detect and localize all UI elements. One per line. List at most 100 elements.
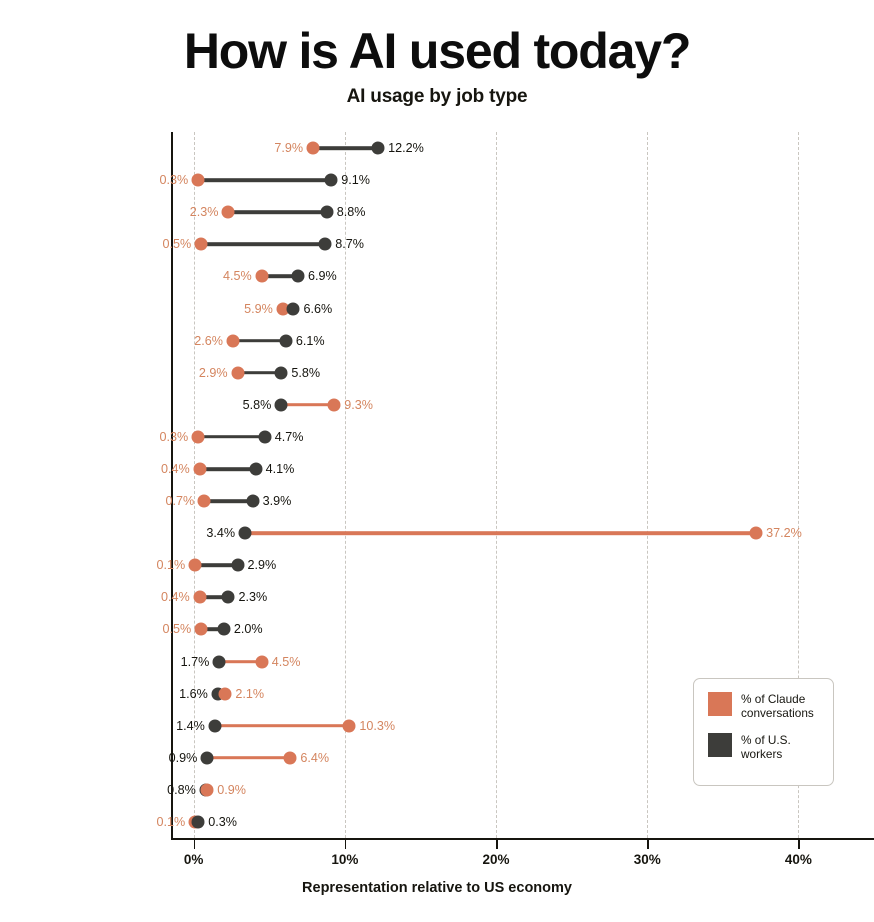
value-label-claude: 0.7%: [165, 494, 195, 509]
value-label-claude: 2.1%: [235, 686, 265, 701]
dot-workers: [200, 751, 214, 765]
value-label-workers: 6.9%: [307, 269, 337, 284]
dot-claude: [194, 622, 208, 636]
value-label-workers: 4.1%: [265, 461, 295, 476]
dot-workers: [238, 526, 252, 540]
value-label-claude: 6.4%: [300, 750, 330, 765]
value-label-claude: 0.9%: [217, 782, 246, 797]
dot-workers: [274, 366, 288, 380]
value-label-workers: 5.8%: [291, 365, 321, 380]
value-label-claude: 0.1%: [156, 814, 186, 829]
dot-workers: [191, 815, 205, 829]
legend-swatch-workers-icon: [708, 733, 732, 757]
dot-workers: [212, 655, 226, 668]
value-label-workers: 6.6%: [303, 301, 333, 316]
connector-line: [245, 531, 757, 535]
x-axis-spine: [171, 838, 874, 840]
dot-claude: [342, 719, 356, 733]
page-subtitle: AI usage by job type: [346, 86, 528, 107]
value-label-claude: 9.3%: [344, 397, 373, 412]
dot-claude: [188, 558, 202, 572]
dot-claude: [327, 398, 341, 412]
connector-line: [281, 402, 335, 407]
x-tick-label: 20%: [482, 852, 510, 867]
dot-workers: [258, 430, 272, 444]
value-label-workers: 3.9%: [262, 494, 292, 509]
value-label-claude: 37.2%: [766, 526, 802, 541]
value-label-claude: 0.5%: [162, 237, 192, 252]
value-label-workers: 4.7%: [274, 429, 304, 444]
dot-claude: [306, 141, 320, 155]
value-label-claude: 4.5%: [223, 269, 252, 284]
dot-workers: [274, 398, 288, 412]
connector-line: [198, 178, 332, 182]
legend-item-claude: % of Claude conversations: [708, 692, 833, 720]
value-label-workers: 0.3%: [208, 814, 237, 829]
x-tick-label: 0%: [183, 852, 204, 867]
dot-claude: [749, 526, 763, 540]
value-label-claude: 2.3%: [189, 205, 219, 220]
value-label-workers: 0.9%: [168, 750, 198, 765]
dot-claude: [193, 462, 207, 476]
x-tick-20%: [496, 840, 498, 849]
value-label-workers: 8.8%: [336, 205, 366, 220]
value-label-claude: 2.6%: [194, 333, 223, 348]
value-label-workers: 9.1%: [341, 173, 370, 188]
value-label-workers: 12.2%: [388, 141, 424, 156]
dot-workers: [279, 334, 293, 348]
value-label-workers: 5.8%: [242, 397, 272, 412]
dot-workers: [318, 237, 332, 251]
dot-claude: [226, 334, 240, 348]
dot-workers: [246, 494, 260, 508]
value-label-claude: 5.9%: [244, 301, 273, 316]
value-label-workers: 1.6%: [179, 686, 208, 701]
value-label-claude: 0.4%: [161, 590, 190, 605]
connector-line: [232, 338, 286, 343]
value-label-claude: 10.3%: [359, 718, 396, 733]
dot-claude: [193, 590, 207, 604]
value-label-workers: 1.4%: [176, 718, 205, 733]
dot-workers: [231, 558, 245, 572]
connector-line: [228, 210, 327, 215]
gridline-20%: [496, 132, 498, 838]
dot-claude: [255, 269, 269, 283]
value-label-claude: 0.5%: [162, 622, 192, 637]
x-tick-30%: [647, 840, 649, 849]
dot-claude: [191, 430, 205, 444]
value-label-workers: 2.3%: [238, 590, 268, 605]
dot-claude: [194, 237, 208, 251]
connector-line: [214, 723, 350, 728]
value-label-workers: 2.9%: [247, 558, 277, 573]
legend-swatch-claude-icon: [708, 692, 732, 716]
dot-workers: [221, 590, 235, 604]
x-tick-label: 30%: [633, 852, 661, 867]
dot-claude: [191, 173, 205, 187]
value-label-claude: 0.3%: [159, 173, 189, 188]
x-axis-label: Representation relative to US economy: [302, 880, 572, 896]
dot-workers: [249, 462, 263, 476]
value-label-workers: 0.8%: [167, 782, 196, 797]
dot-workers: [291, 269, 305, 283]
chart-root: How is AI used today? AI usage by job ty…: [0, 0, 874, 922]
value-label-claude: 0.4%: [161, 461, 190, 476]
dot-claude: [221, 205, 235, 219]
dot-workers: [208, 719, 222, 733]
page-title: How is AI used today?: [183, 23, 692, 79]
legend-item-workers: % of U.S. workers: [708, 733, 833, 761]
connector-line: [207, 755, 291, 760]
dot-workers: [217, 622, 231, 636]
dot-claude: [197, 494, 211, 508]
value-label-claude: 2.9%: [198, 365, 228, 380]
x-tick-0%: [193, 840, 196, 849]
x-tick-label: 10%: [331, 852, 359, 867]
x-tick-label: 40%: [784, 852, 812, 867]
value-label-workers: 8.7%: [335, 237, 364, 252]
legend-label-workers: % of U.S. workers: [741, 733, 791, 761]
dot-workers: [324, 173, 338, 187]
dot-claude: [218, 687, 232, 701]
dot-claude: [231, 366, 245, 380]
dot-claude: [200, 783, 214, 797]
legend: % of Claude conversations % of U.S. work…: [693, 678, 834, 786]
value-label-workers: 6.1%: [295, 333, 325, 348]
x-tick-10%: [344, 840, 347, 849]
